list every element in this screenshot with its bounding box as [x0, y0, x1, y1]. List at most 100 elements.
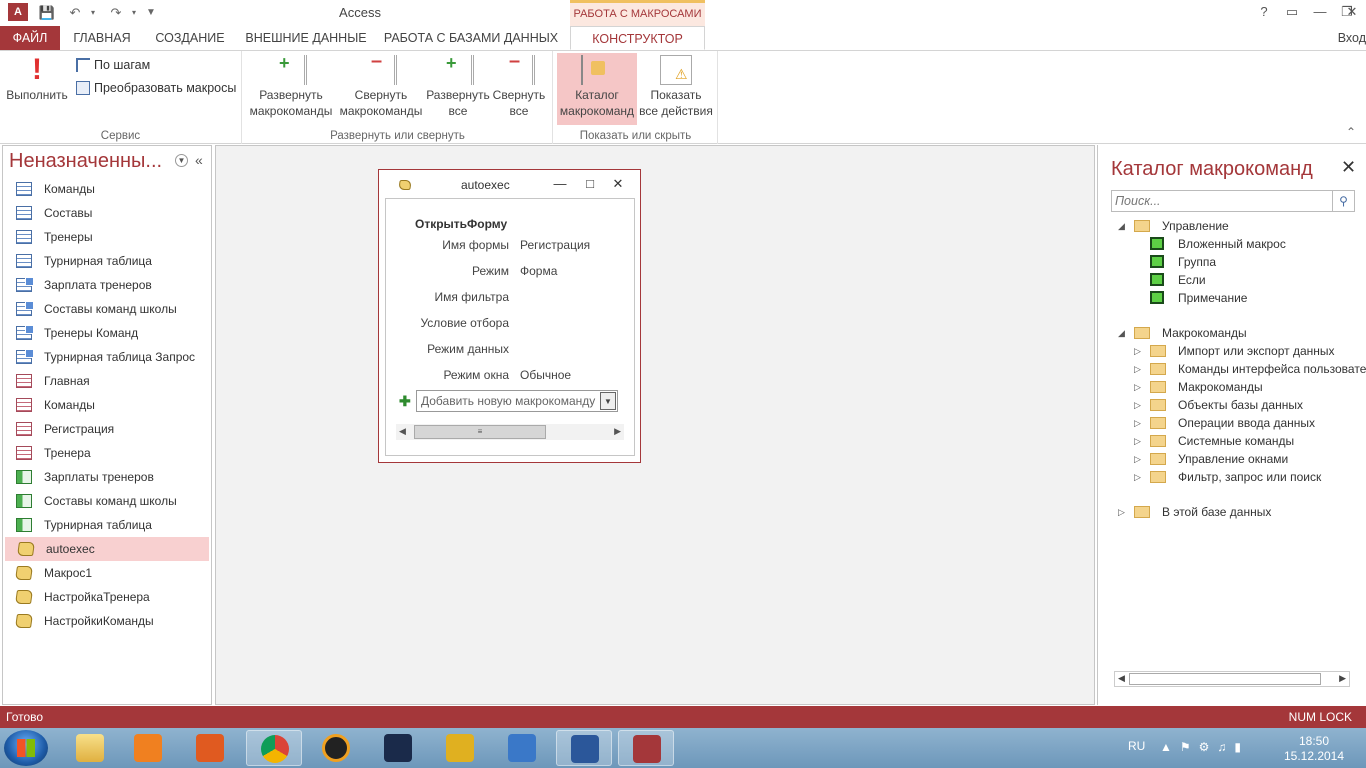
status-bar: Готово NUM LOCK	[0, 706, 1366, 728]
nav-item-query[interactable]: Тренеры Команд	[3, 321, 211, 345]
redo-dropdown-icon[interactable]: ▾	[125, 4, 143, 22]
macro-action-name[interactable]: ОткрытьФорму	[415, 217, 507, 231]
nav-item-report[interactable]: Зарплаты тренеров	[3, 465, 211, 489]
undo-dropdown-icon[interactable]: ▾	[84, 4, 102, 22]
tab-file[interactable]: ФАЙЛ	[0, 26, 60, 50]
clock[interactable]: 18:50 15.12.2014	[1282, 734, 1346, 764]
taskbar-word[interactable]	[556, 730, 612, 766]
collapsed-arrow-icon[interactable]: ▷	[1134, 432, 1144, 450]
collapse-all-button[interactable]: – Свернуть все	[490, 51, 548, 125]
nav-item-report[interactable]: Турнирная таблица	[3, 513, 211, 537]
scroll-right-icon[interactable]: ▶	[614, 426, 621, 437]
close-button[interactable]: ✕	[1338, 2, 1366, 22]
collapse-ribbon-icon[interactable]: ⌃	[1346, 125, 1356, 139]
start-button[interactable]	[4, 730, 48, 766]
help-button[interactable]: ?	[1250, 2, 1278, 22]
collapsed-arrow-icon[interactable]: ▷	[1134, 450, 1144, 468]
scroll-thumb[interactable]	[1129, 673, 1321, 685]
undo-icon[interactable]: ↶	[66, 4, 84, 22]
save-icon[interactable]: 💾	[38, 4, 56, 22]
catalog-horizontal-scrollbar[interactable]: ◀ ▶	[1114, 671, 1350, 687]
argument-value[interactable]: Обычное	[520, 368, 571, 382]
taskbar-access[interactable]	[618, 730, 674, 766]
convert-macros-button[interactable]: Преобразовать макросы	[74, 78, 236, 98]
tab-design[interactable]: КОНСТРУКТОР	[570, 26, 705, 50]
taskbar-media-player[interactable]	[120, 730, 176, 766]
expand-actions-button[interactable]: + Развернуть макрокоманды	[247, 53, 335, 125]
nav-item-label: НастройкиКоманды	[44, 614, 154, 628]
nav-item-macro[interactable]: autoexec	[5, 537, 209, 561]
taskbar-kmplayer[interactable]	[370, 730, 426, 766]
language-indicator[interactable]: RU	[1128, 739, 1145, 753]
taskbar-aimp[interactable]	[308, 730, 364, 766]
collapse-actions-button[interactable]: – Свернуть макрокоманды	[337, 51, 425, 125]
nav-item-macro[interactable]: НастройкаТренера	[3, 585, 211, 609]
macro-icon	[15, 566, 33, 580]
nav-item-table[interactable]: Команды	[3, 177, 211, 201]
scroll-right-icon[interactable]: ▶	[1339, 673, 1346, 684]
add-new-action-combobox[interactable]: Добавить новую макрокоманду ▼	[416, 390, 618, 412]
nav-item-query[interactable]: Турнирная таблица Запрос	[3, 345, 211, 369]
nav-item-query[interactable]: Зарплата тренеров	[3, 273, 211, 297]
tab-home[interactable]: ГЛАВНАЯ	[66, 26, 138, 50]
collapsed-arrow-icon[interactable]: ▷	[1134, 342, 1144, 360]
run-button[interactable]: ! Выполнить	[2, 53, 72, 125]
minimize-button[interactable]: —	[1306, 2, 1334, 22]
scroll-left-icon[interactable]: ◀	[399, 426, 406, 437]
sign-in-link[interactable]: Вход	[1338, 26, 1366, 50]
macro-horizontal-scrollbar[interactable]: ◀ ≡ ▶	[396, 424, 624, 440]
show-all-actions-button[interactable]: ⚠ Показать все действия	[638, 53, 714, 125]
query-icon	[16, 349, 34, 364]
macro-close-button[interactable]: ✕	[609, 175, 627, 193]
shutter-bar-close-icon[interactable]: «	[195, 152, 203, 168]
action-catalog-button[interactable]: Каталог макрокоманд	[557, 53, 637, 125]
nav-item-report[interactable]: Составы команд школы	[3, 489, 211, 513]
expanded-arrow-icon[interactable]: ◢	[1118, 217, 1128, 235]
collapsed-arrow-icon[interactable]: ▷	[1134, 468, 1144, 486]
taskbar-app[interactable]	[182, 730, 238, 766]
chevron-down-icon[interactable]: ▼	[600, 392, 616, 410]
nav-item-form[interactable]: Главная	[3, 369, 211, 393]
nav-item-form[interactable]: Регистрация	[3, 417, 211, 441]
search-icon[interactable]: ⚲	[1332, 191, 1354, 211]
tab-create[interactable]: СОЗДАНИЕ	[148, 26, 232, 50]
scroll-thumb[interactable]: ≡	[414, 425, 546, 439]
tab-external-data[interactable]: ВНЕШНИЕ ДАННЫЕ	[242, 26, 370, 50]
collapsed-arrow-icon[interactable]: ▷	[1134, 396, 1144, 414]
taskbar-tools[interactable]	[432, 730, 488, 766]
nav-item-table[interactable]: Тренеры	[3, 225, 211, 249]
nav-menu-dropdown-icon[interactable]: ▼	[175, 154, 188, 167]
macro-maximize-button[interactable]: □	[581, 175, 599, 193]
nav-item-query[interactable]: Составы команд школы	[3, 297, 211, 321]
expanded-arrow-icon[interactable]: ◢	[1118, 324, 1128, 342]
nav-item-macro[interactable]: НастройкиКоманды	[3, 609, 211, 633]
taskbar-security[interactable]	[494, 730, 550, 766]
nav-item-table[interactable]: Составы	[3, 201, 211, 225]
collapsed-arrow-icon[interactable]: ▷	[1134, 414, 1144, 432]
nav-item-form[interactable]: Команды	[3, 393, 211, 417]
ribbon-display-icon[interactable]: ▭	[1278, 2, 1306, 22]
argument-value[interactable]: Форма	[520, 264, 557, 278]
argument-value[interactable]: Регистрация	[520, 238, 590, 252]
nav-item-macro[interactable]: Макрос1	[3, 561, 211, 585]
redo-icon[interactable]: ↷	[107, 4, 125, 22]
catalog-search-input[interactable]: Поиск... ⚲	[1111, 190, 1355, 212]
collapsed-arrow-icon[interactable]: ▷	[1134, 378, 1144, 396]
taskbar-chrome[interactable]	[246, 730, 302, 766]
catalog-close-icon[interactable]: ✕	[1341, 157, 1356, 178]
collapsed-arrow-icon[interactable]: ▷	[1118, 503, 1128, 521]
add-action-plus-icon: ✚	[399, 393, 411, 409]
expand-all-button[interactable]: + Развернуть все	[426, 53, 490, 125]
single-step-button[interactable]: По шагам	[74, 55, 150, 75]
customize-qat-icon[interactable]: ▼	[142, 4, 160, 22]
collapsed-arrow-icon[interactable]: ▷	[1134, 360, 1144, 378]
nav-pane-header[interactable]: Неназначенны...	[9, 150, 169, 173]
tab-database-tools[interactable]: РАБОТА С БАЗАМИ ДАННЫХ	[380, 26, 562, 50]
macro-minimize-button[interactable]: —	[551, 175, 569, 193]
system-tray-icons[interactable]: ▲⚑⚙♫▮	[1160, 740, 1249, 754]
macro-window-titlebar[interactable]: autoexec — □ ✕	[379, 170, 640, 198]
nav-item-form[interactable]: Тренера	[3, 441, 211, 465]
scroll-left-icon[interactable]: ◀	[1118, 673, 1125, 684]
nav-item-table[interactable]: Турнирная таблица	[3, 249, 211, 273]
taskbar-explorer[interactable]	[62, 730, 118, 766]
